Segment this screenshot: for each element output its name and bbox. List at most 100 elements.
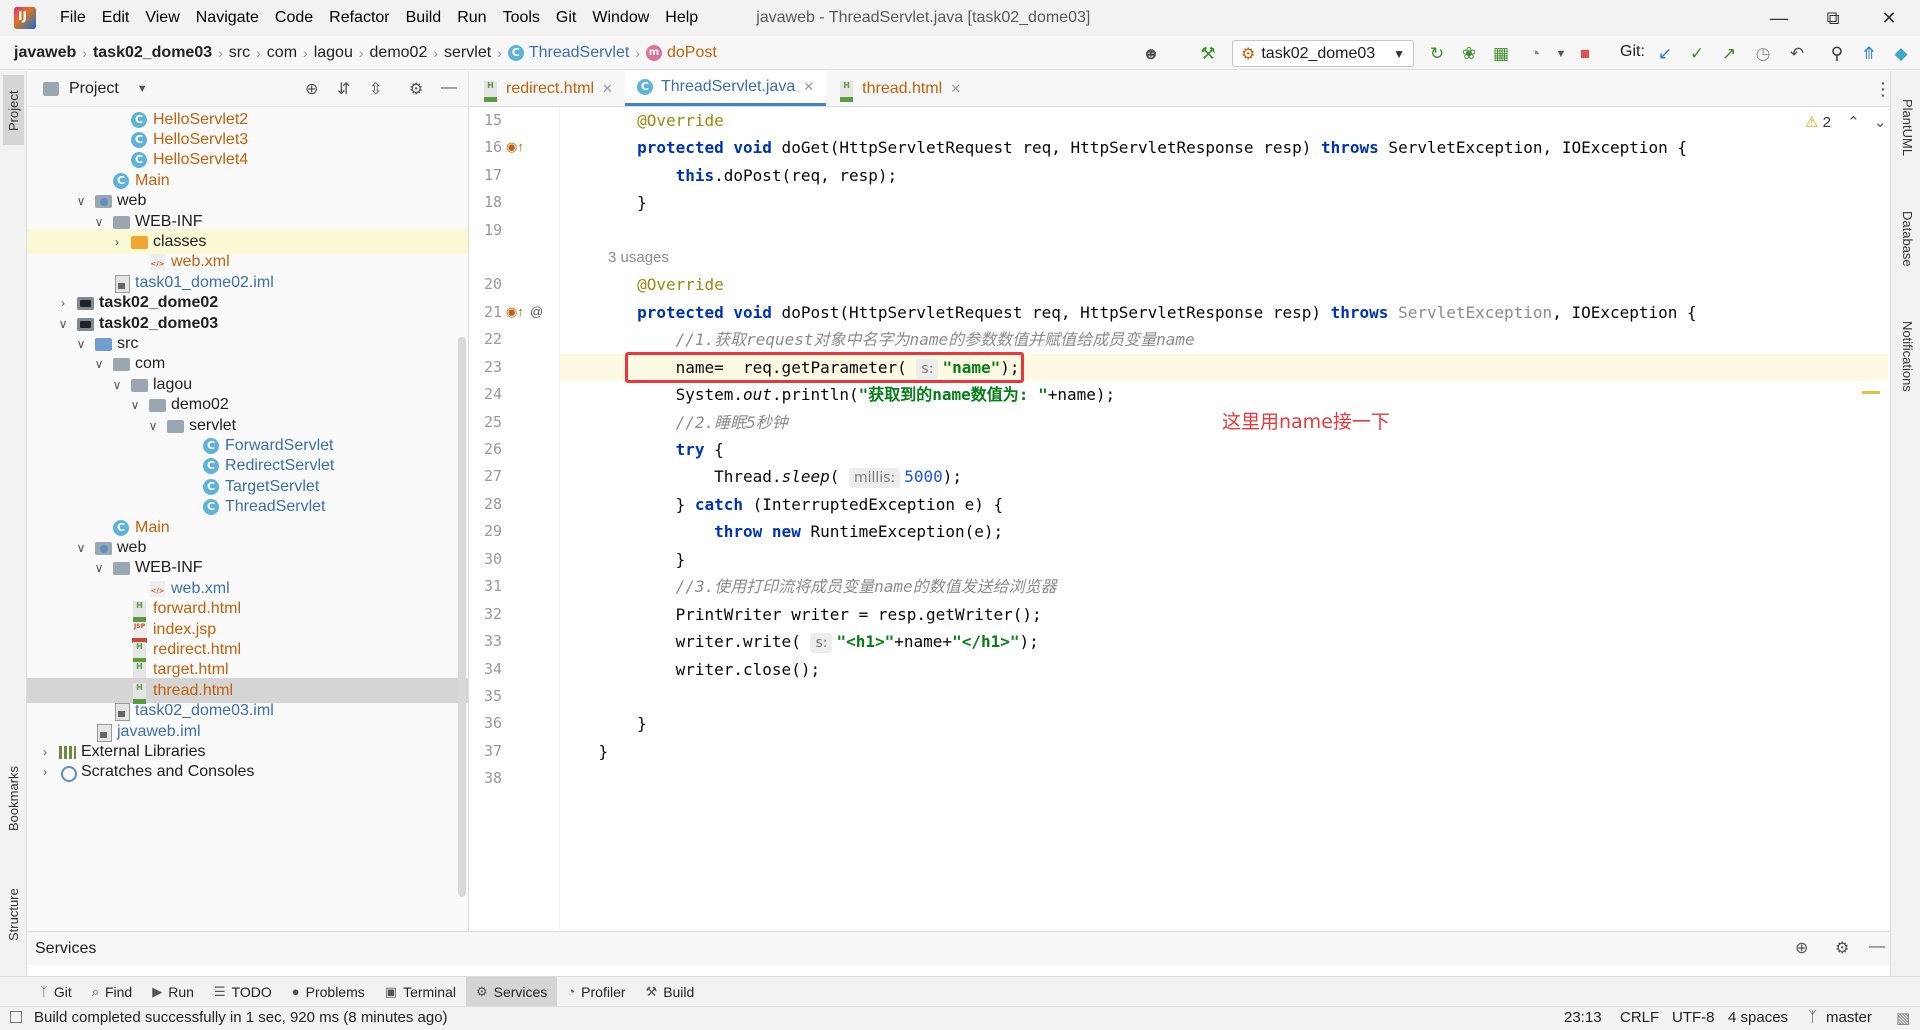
code-area[interactable]: @Override protected void doGet(HttpServl… <box>560 107 1888 929</box>
chevron-down-icon[interactable]: ∨ <box>109 378 125 392</box>
override-marker-icon[interactable]: ◉↑ <box>506 304 524 320</box>
code-line[interactable]: writer.close(); <box>560 656 1888 683</box>
rollback-icon[interactable]: ↶ <box>1786 43 1808 65</box>
code-line[interactable]: throw new RuntimeException(e); <box>560 518 1888 545</box>
git-commit-icon[interactable]: ✓ <box>1686 43 1708 65</box>
code-line[interactable]: } <box>560 546 1888 573</box>
tree-item[interactable]: › Scratches and Consoles <box>27 760 468 785</box>
tool-window-profiler[interactable]: ◔ Profiler <box>557 977 635 1007</box>
notifications-tool-label[interactable]: Notifications <box>1900 321 1915 392</box>
breadcrumb-item[interactable]: lagou <box>314 44 353 62</box>
profile-icon[interactable]: ◔ <box>1524 43 1546 65</box>
tool-window-todo[interactable]: ☰ TODO <box>204 977 282 1007</box>
tool-window-build[interactable]: ⚒ Build <box>636 977 705 1007</box>
menu-navigate[interactable]: Navigate <box>188 0 267 36</box>
code-line[interactable]: Thread.sleep( millis: 5000); <box>560 463 1888 490</box>
chevron-right-icon[interactable]: › <box>37 765 53 779</box>
hide-panel-icon[interactable]: — <box>441 79 457 97</box>
chevron-down-icon[interactable]: ∨ <box>91 215 107 229</box>
close-window-icon[interactable]: ✕ <box>1866 0 1912 36</box>
close-tab-icon[interactable]: ✕ <box>602 81 613 97</box>
breadcrumb-item[interactable]: m doPost <box>646 44 717 62</box>
code-line[interactable]: PrintWriter writer = resp.getWriter(); <box>560 601 1888 628</box>
services-title[interactable]: Services <box>35 940 96 958</box>
structure-tool-label[interactable]: Structure <box>6 888 21 941</box>
tool-window-run[interactable]: ▶ Run <box>142 977 204 1007</box>
restore-icon[interactable]: ⧉ <box>1810 0 1856 36</box>
chevron-down-icon[interactable]: ∨ <box>73 194 89 208</box>
chevron-down-icon[interactable]: ∨ <box>55 317 71 331</box>
code-line[interactable]: //1.获取request对象中名字为name的参数数值并赋值给成员变量name <box>560 326 1888 353</box>
menu-refactor[interactable]: Refactor <box>321 0 397 36</box>
build-hammer-icon[interactable]: ⚒ <box>1197 43 1219 65</box>
project-panel-title[interactable]: Project <box>69 80 119 98</box>
menu-tools[interactable]: Tools <box>495 0 548 36</box>
menu-build[interactable]: Build <box>398 0 450 36</box>
more-run-chevron-icon[interactable]: ▼ <box>1550 43 1572 65</box>
warning-stripe-marker[interactable] <box>1862 391 1880 394</box>
tree-scrollbar[interactable] <box>458 337 466 897</box>
toolbox-icon[interactable]: ◆ <box>1890 43 1912 65</box>
breadcrumb-item[interactable]: C ThreadServlet <box>507 44 629 62</box>
code-line[interactable]: } catch (InterruptedException e) { <box>560 491 1888 518</box>
stop-icon[interactable]: ■ <box>1574 43 1596 65</box>
menu-run[interactable]: Run <box>449 0 494 36</box>
user-icon[interactable]: ☻ <box>1140 43 1162 65</box>
tool-window-terminal[interactable]: ▣ Terminal <box>375 977 466 1007</box>
services-add-icon[interactable]: ⊕ <box>1795 938 1808 958</box>
caret-position[interactable]: 23:13 <box>1564 1009 1602 1026</box>
tool-window-find[interactable]: ⌕ Find <box>82 977 143 1007</box>
tool-window-services[interactable]: ⚙ Services <box>465 976 558 1007</box>
breadcrumb-item[interactable]: demo02 <box>370 44 428 62</box>
coverage-icon[interactable]: ▦ <box>1490 43 1512 65</box>
menu-view[interactable]: View <box>137 0 187 36</box>
code-line[interactable]: } <box>560 189 1888 216</box>
chevron-down-icon[interactable]: ∨ <box>73 541 89 555</box>
chevron-down-icon[interactable]: ∨ <box>73 337 89 351</box>
menu-git[interactable]: Git <box>548 0 584 36</box>
annotation-marker-icon[interactable]: @ <box>530 304 543 319</box>
breadcrumb-item[interactable]: javaweb <box>14 44 76 62</box>
code-line[interactable]: try { <box>560 436 1888 463</box>
database-tool-label[interactable]: Database <box>1900 211 1915 267</box>
breadcrumb-item[interactable]: task02_dome03 <box>93 44 212 62</box>
breadcrumb-item[interactable]: com <box>267 44 297 62</box>
code-line[interactable] <box>560 683 1888 710</box>
menu-edit[interactable]: Edit <box>94 0 138 36</box>
chevron-down-icon[interactable]: ▼ <box>137 83 148 95</box>
code-editor[interactable]: 15 16 17 18 19 20 21 22 23 24 25 26 27 28 29 30 31 32 33 34… <box>470 107 1888 929</box>
gear-icon[interactable]: ⚙ <box>409 79 423 99</box>
code-line[interactable]: //3.使用打印流将成员变量name的数值发送给浏览器 <box>560 573 1888 600</box>
next-highlight-icon[interactable]: ⌄ <box>1874 114 1887 131</box>
close-tab-icon[interactable]: ✕ <box>803 79 814 95</box>
chevron-down-icon[interactable]: ∨ <box>145 419 161 433</box>
search-icon[interactable]: ⚲ <box>1826 43 1848 65</box>
previous-highlight-icon[interactable]: ⌃ <box>1847 114 1860 131</box>
chevron-down-icon[interactable]: ∨ <box>91 357 107 371</box>
line-separator[interactable]: CRLF <box>1620 1009 1659 1026</box>
update-available-icon[interactable]: ⤊ <box>1858 43 1880 65</box>
file-encoding[interactable]: UTF-8 <box>1672 1009 1715 1026</box>
status-message[interactable]: Build completed successfully in 1 sec, 9… <box>34 1009 448 1026</box>
breadcrumb-item[interactable]: src <box>229 44 250 62</box>
code-line[interactable]: writer.write( s: "<h1>"+name+"</h1>"); <box>560 628 1888 655</box>
code-line[interactable]: protected void doGet(HttpServletRequest … <box>560 134 1888 161</box>
history-icon[interactable]: ◷ <box>1752 43 1774 65</box>
menu-help[interactable]: Help <box>657 0 706 36</box>
code-line[interactable]: } <box>560 738 1888 765</box>
inspection-widget[interactable]: ⚠ 2 ⌃ ⌄ <box>1805 113 1886 131</box>
run-configuration-select[interactable]: ⚙ task02_dome03 ▼ <box>1232 40 1414 67</box>
usages-hint[interactable]: 3 usages <box>608 249 669 266</box>
chevron-down-icon[interactable]: ∨ <box>91 561 107 575</box>
memory-indicator-icon[interactable]: ▧ <box>1896 1009 1910 1027</box>
locate-icon[interactable]: ⊕ <box>305 79 318 99</box>
breadcrumb-item[interactable]: servlet <box>444 44 491 62</box>
chevron-right-icon[interactable]: › <box>109 235 125 249</box>
override-marker-icon[interactable]: ◉↑ <box>506 139 524 155</box>
code-line[interactable]: @Override <box>560 107 1888 134</box>
chevron-right-icon[interactable]: › <box>55 296 71 310</box>
git-push-icon[interactable]: ↗ <box>1718 43 1740 65</box>
code-line[interactable]: } <box>560 710 1888 737</box>
hide-panel-icon[interactable]: — <box>1869 938 1885 956</box>
code-line[interactable] <box>560 765 1888 792</box>
